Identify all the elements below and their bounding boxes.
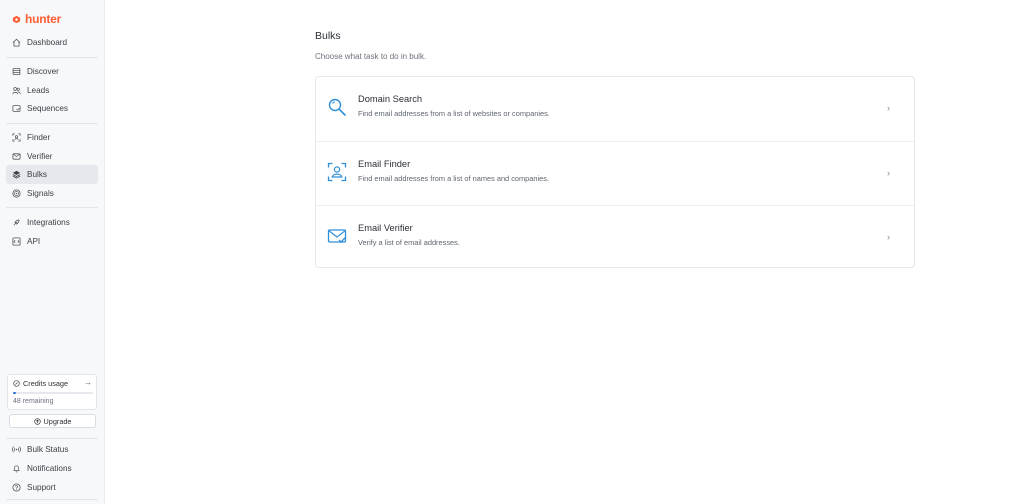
credits-progress-bar: [13, 392, 93, 394]
sidebar-item-discover[interactable]: Discover: [6, 62, 98, 81]
hunter-logo[interactable]: hunter: [12, 12, 61, 26]
sidebar-divider: [6, 57, 98, 58]
finder-icon: [12, 133, 21, 142]
sidebar-item-label: Notifications: [27, 464, 72, 473]
plug-icon: [13, 219, 20, 226]
bulk-task-email-finder[interactable]: Email Finder Find email addresses from a…: [316, 141, 914, 205]
sidebar-item-label: Integrations: [27, 218, 70, 227]
sidebar-divider: [6, 123, 98, 124]
sequences-icon: [12, 105, 21, 112]
sidebar-divider: [6, 438, 98, 439]
arrow-up-circle-icon: [33, 417, 41, 425]
page-title: Bulks: [315, 30, 341, 42]
api-icon: [12, 237, 21, 246]
discover-icon: [12, 67, 21, 76]
sidebar-item-label: Signals: [27, 189, 54, 198]
chevron-right-icon: ›: [887, 103, 890, 113]
upgrade-button[interactable]: Upgrade: [9, 414, 96, 428]
sidebar-item-verifier[interactable]: Verifier: [6, 147, 98, 166]
hunter-logo-icon: [12, 15, 21, 23]
sidebar-item-sequences[interactable]: Sequences: [6, 99, 98, 118]
coin-icon: [13, 380, 20, 387]
magnifier-icon: [328, 98, 346, 116]
sidebar-item-label: API: [27, 237, 41, 246]
upgrade-label: Upgrade: [43, 416, 72, 426]
sidebar-item-label: Bulks: [27, 170, 48, 179]
sidebar-item-leads[interactable]: Leads: [6, 81, 98, 100]
sidebar-item-signals[interactable]: Signals: [6, 184, 98, 203]
card-title: Domain Search: [358, 94, 423, 104]
credits-usage-card[interactable]: Credits usage → 48 remaining: [7, 374, 97, 410]
sidebar-item-api[interactable]: API: [6, 232, 98, 251]
credits-title: Credits usage: [13, 379, 68, 388]
mail-check-icon: [327, 229, 347, 243]
card-description: Find email addresses from a list of name…: [358, 174, 550, 183]
bulk-task-domain-search[interactable]: Domain Search Find email addresses from …: [316, 77, 914, 141]
sidebar-divider: [6, 207, 98, 208]
sidebar-item-bulk-status[interactable]: Bulk Status: [6, 440, 98, 459]
sidebar-item-label: Verifier: [27, 152, 53, 161]
card-description: Verify a list of email addresses.: [358, 238, 460, 247]
sidebar-item-notifications[interactable]: Notifications: [6, 459, 98, 478]
card-title: Email Verifier: [358, 223, 413, 233]
sidebar-item-label: Support: [27, 483, 56, 492]
chevron-right-icon: ›: [887, 168, 890, 178]
signals-icon: [12, 189, 21, 198]
card-description: Find email addresses from a list of webs…: [358, 109, 550, 118]
sidebar-item-label: Discover: [27, 67, 59, 76]
page-subtitle: Choose what task to do in bulk.: [315, 52, 427, 61]
sidebar-item-label: Dashboard: [27, 38, 68, 47]
credits-remaining: 48 remaining: [13, 398, 54, 405]
chevron-right-icon: ›: [887, 232, 890, 242]
card-title: Email Finder: [358, 159, 411, 169]
sidebar-item-label: Sequences: [27, 104, 68, 113]
arrow-right-icon[interactable]: →: [84, 378, 92, 387]
sidebar-item-label: Finder: [27, 133, 51, 142]
person-scan-icon: [327, 162, 347, 182]
bulk-task-list: Domain Search Find email addresses from …: [315, 76, 915, 268]
sidebar-item-bulks[interactable]: Bulks: [6, 165, 98, 184]
sidebar-item-dashboard[interactable]: Dashboard: [6, 33, 98, 52]
sidebar-item-finder[interactable]: Finder: [6, 128, 98, 147]
credits-progress-fill: [13, 392, 17, 394]
home-icon: [12, 38, 21, 47]
sidebar: hunter Dashboard Discover Leads Sequence…: [0, 0, 105, 504]
sidebar-item-label: Bulk Status: [27, 445, 69, 454]
shield-icon: [12, 153, 21, 160]
layers-icon: [12, 170, 21, 179]
sidebar-item-support[interactable]: Support: [6, 478, 98, 497]
sidebar-item-label: Leads: [27, 86, 50, 95]
help-icon: [12, 483, 21, 492]
sidebar-divider: [6, 499, 98, 500]
users-icon: [12, 87, 21, 95]
bulk-task-email-verifier[interactable]: Email Verifier Verify a list of email ad…: [316, 205, 914, 269]
sidebar-item-integrations[interactable]: Integrations: [6, 213, 98, 232]
bell-icon: [13, 465, 20, 473]
broadcast-icon: [12, 446, 21, 453]
brand-name: hunter: [25, 12, 62, 26]
credits-title-label: Credits usage: [23, 379, 69, 388]
